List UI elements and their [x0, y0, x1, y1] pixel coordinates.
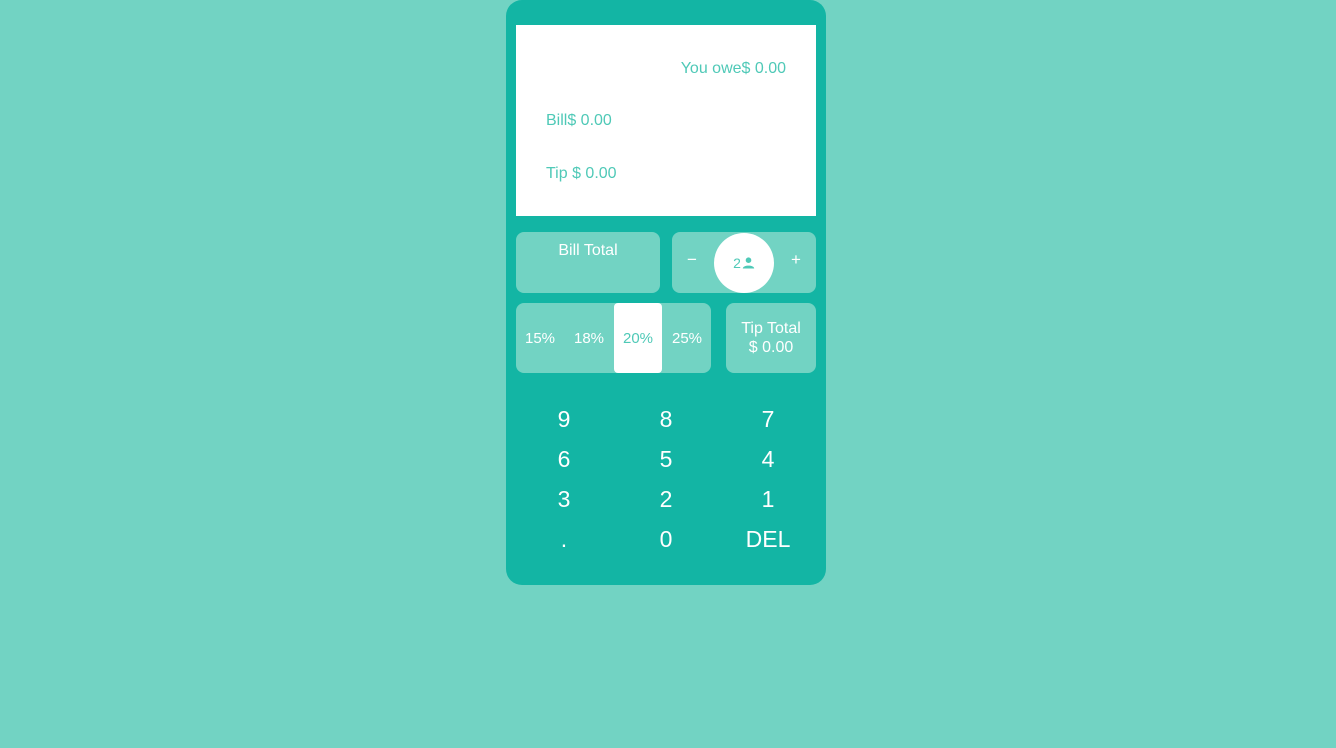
- tip-option-20[interactable]: 20%: [614, 303, 662, 373]
- tip-total-box: Tip Total $ 0.00: [726, 303, 816, 373]
- key-1[interactable]: 1: [728, 484, 808, 514]
- key-8[interactable]: 8: [626, 404, 706, 434]
- bill-total-field[interactable]: Bill Total: [516, 232, 660, 293]
- bill-amount: Bill$ 0.00: [546, 112, 612, 129]
- key-6[interactable]: 6: [524, 444, 604, 474]
- key-9[interactable]: 9: [524, 404, 604, 434]
- tip-percentage-selector: 15% 18% 20% 25%: [516, 303, 711, 373]
- decrease-people-button[interactable]: −: [680, 250, 704, 270]
- people-count: 2: [733, 255, 741, 271]
- person-icon: [742, 257, 755, 269]
- delete-button[interactable]: DEL: [728, 524, 808, 554]
- you-owe-amount: You owe$ 0.00: [680, 60, 786, 77]
- tip-option-25[interactable]: 25%: [663, 303, 711, 373]
- key-0[interactable]: 0: [626, 524, 706, 554]
- key-7[interactable]: 7: [728, 404, 808, 434]
- key-4[interactable]: 4: [728, 444, 808, 474]
- tip-amount: Tip $ 0.00: [546, 165, 617, 182]
- key-3[interactable]: 3: [524, 484, 604, 514]
- key-5[interactable]: 5: [626, 444, 706, 474]
- people-counter: − 2 +: [672, 232, 816, 293]
- result-display: You owe$ 0.00 Bill$ 0.00 Tip $ 0.00: [516, 25, 816, 216]
- increase-people-button[interactable]: +: [784, 250, 808, 270]
- tip-option-15[interactable]: 15%: [516, 303, 564, 373]
- tip-calculator: You owe$ 0.00 Bill$ 0.00 Tip $ 0.00 Bill…: [506, 0, 826, 585]
- tip-total-value: $ 0.00: [748, 339, 794, 356]
- key-2[interactable]: 2: [626, 484, 706, 514]
- people-count-display[interactable]: 2: [714, 233, 774, 293]
- bill-total-label: Bill Total: [558, 242, 618, 259]
- tip-option-18[interactable]: 18%: [565, 303, 613, 373]
- key-decimal[interactable]: .: [524, 524, 604, 554]
- tip-total-label: Tip Total: [741, 320, 801, 337]
